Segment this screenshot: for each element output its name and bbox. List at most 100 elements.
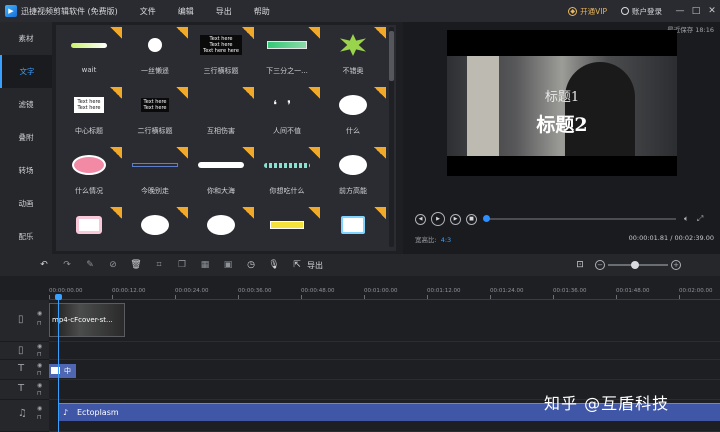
prev-frame-icon[interactable]: ◀ [415, 213, 426, 225]
playback-scrubber[interactable] [483, 215, 490, 222]
record-icon[interactable]: 🎙︎ [268, 259, 280, 271]
thumb-text-line: Text here [143, 105, 167, 111]
lock-icon[interactable]: ⊓ [37, 414, 42, 422]
text-template-item[interactable]: ❛❜ 人间不值 [254, 87, 320, 147]
audio-clip-label: Ectoplasm [77, 408, 119, 417]
volume-icon[interactable]: 🔈︎ [684, 214, 689, 224]
fullscreen-icon[interactable]: ⤢ [697, 214, 703, 224]
zoom-out-icon[interactable]: − [595, 260, 605, 270]
menu-edit[interactable]: 编辑 [178, 6, 194, 17]
menu-file[interactable]: 文件 [140, 6, 156, 17]
crop-icon[interactable]: ⌗ [153, 259, 165, 271]
text-template-item[interactable]: 一丝懒遥 [122, 27, 188, 87]
visibility-icon[interactable]: ◉ [37, 405, 42, 413]
download-badge-icon [374, 147, 386, 159]
template-preview-bunny [148, 38, 162, 52]
sidebar-item-music[interactable]: 配乐 [0, 220, 52, 253]
sidebar-item-media[interactable]: 素材 [0, 22, 52, 55]
category-sidebar: 素材 文字 滤镜 叠附 转场 动画 配乐 [0, 22, 52, 254]
text-template-item[interactable]: 互相伤害 [188, 87, 254, 147]
playhead[interactable] [58, 296, 59, 432]
preview-title-1: 标题1 [544, 90, 580, 105]
text-template-item[interactable]: 你和大海 [188, 147, 254, 207]
template-preview-pink [72, 155, 106, 175]
sidebar-item-transitions[interactable]: 转场 [0, 154, 52, 187]
visibility-icon[interactable]: ◉ [37, 382, 42, 390]
playback-progress[interactable] [483, 215, 676, 222]
ruler-tick-label: 00:00:00.00 [49, 288, 83, 294]
text-template-item[interactable]: Text here Text here Text here here 三行横标题 [188, 27, 254, 87]
text-template-item[interactable] [188, 207, 254, 251]
visibility-icon[interactable]: ◉ [37, 310, 42, 318]
text-template-item[interactable]: Text here Text here 中心标题 [56, 87, 122, 147]
zoom-slider-knob[interactable] [631, 261, 639, 269]
lock-icon[interactable]: ⊓ [37, 320, 42, 328]
copy-icon[interactable]: ❐ [176, 259, 188, 271]
assets-scrollbar[interactable] [389, 27, 394, 247]
text-template-item[interactable] [56, 207, 122, 251]
text-template-item[interactable] [122, 207, 188, 251]
text-template-item[interactable] [254, 207, 320, 251]
download-badge-icon [176, 27, 188, 39]
template-preview-bar [71, 42, 107, 48]
redo-icon[interactable]: ↷ [61, 259, 73, 271]
menu-help[interactable]: 帮助 [254, 6, 270, 17]
vip-button[interactable]: ◆ 开通VIP [568, 6, 607, 17]
freeze-icon[interactable]: ▣ [222, 259, 234, 271]
text-template-item[interactable]: 什么情况 [56, 147, 122, 207]
minimize-button[interactable]: — [672, 6, 688, 16]
edit-icon[interactable]: ✎ [84, 259, 96, 271]
text-template-item[interactable]: 下三分之一... [254, 27, 320, 87]
account-login-button[interactable]: 账户登录 [621, 6, 662, 17]
timeline-ruler[interactable]: 00:00:00.00 00:00:12.00 00:00:24.00 00:00:3… [49, 286, 720, 300]
assets-scrollbar-thumb[interactable] [389, 31, 394, 81]
text-template-item[interactable]: 什么 [320, 87, 386, 147]
stop-icon[interactable]: ■ [466, 213, 477, 225]
undo-icon[interactable]: ↶ [38, 259, 50, 271]
maximize-button[interactable]: □ [688, 6, 704, 16]
text-clip[interactable]: 中 [49, 364, 76, 378]
play-icon[interactable]: ▶ [431, 212, 445, 226]
sidebar-item-text[interactable]: 文字 [0, 55, 52, 88]
delete-icon[interactable]: 🗑︎ [130, 259, 142, 271]
watermark: 知乎 @互盾科技 [544, 394, 670, 413]
visibility-icon[interactable]: ◉ [37, 362, 42, 370]
lock-icon[interactable]: ⊓ [37, 351, 42, 359]
split-icon[interactable]: ⊘ [107, 259, 119, 271]
download-badge-icon [110, 87, 122, 99]
export-button[interactable]: 导出 [307, 260, 323, 271]
subtitle-track-icon: T [18, 383, 25, 394]
speed-icon[interactable]: ◷ [245, 259, 257, 271]
aspect-ratio-value[interactable]: 4:3 [441, 236, 451, 244]
sidebar-item-filters[interactable]: 滤镜 [0, 88, 52, 121]
next-frame-icon[interactable]: ▶ [450, 213, 461, 225]
text-template-item[interactable]: Text here Text here 二行横标题 [122, 87, 188, 147]
zoom-in-icon[interactable]: + [671, 260, 681, 270]
video-clip[interactable]: mp4-cFcover-st... [49, 303, 125, 337]
menu-export[interactable]: 导出 [216, 6, 232, 17]
text-template-item[interactable]: 不错奥 [320, 27, 386, 87]
video-track-icon: ▯ [18, 314, 24, 325]
text-template-item[interactable]: 今晚别走 [122, 147, 188, 207]
lock-icon[interactable]: ⊓ [37, 390, 42, 398]
app-title: 迅捷视频剪辑软件 (免费版) [21, 6, 118, 16]
text-template-item[interactable] [320, 207, 386, 251]
lock-icon[interactable]: ⊓ [37, 370, 42, 378]
download-badge-icon [176, 87, 188, 99]
text-template-item[interactable]: 前方高能 [320, 147, 386, 207]
sidebar-item-animation[interactable]: 动画 [0, 187, 52, 220]
export-icon[interactable]: ⇱ [291, 259, 303, 271]
fit-icon[interactable]: ⊡ [574, 259, 586, 271]
sidebar-item-overlay[interactable]: 叠附 [0, 121, 52, 154]
visibility-icon[interactable]: ◉ [37, 343, 42, 351]
template-preview-yellow [270, 221, 304, 229]
ruler-tick-label: 00:02:00.00 [679, 288, 713, 294]
mosaic-icon[interactable]: ▦ [199, 259, 211, 271]
video-preview[interactable]: 标题1 标题2 [447, 30, 677, 176]
zoom-slider[interactable] [608, 261, 668, 269]
text-template-item[interactable]: wait [56, 27, 122, 87]
close-button[interactable]: ✕ [704, 6, 720, 16]
download-badge-icon [242, 207, 254, 219]
text-template-item[interactable]: 你想吃什么 [254, 147, 320, 207]
template-preview-cloud [339, 95, 367, 115]
